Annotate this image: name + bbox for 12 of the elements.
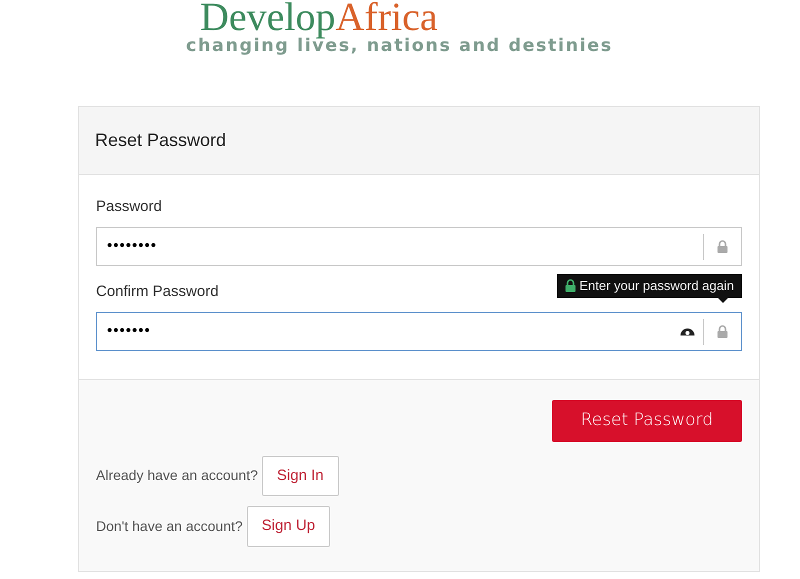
reset-password-button[interactable]: Reset Password — [552, 400, 742, 442]
field-label: Confirm Password — [96, 283, 219, 300]
tooltip-text: Enter your password again — [579, 276, 734, 295]
field-label: Password — [96, 198, 162, 215]
logo-tagline: changing lives, nations and destinies — [186, 36, 613, 58]
account-prompt: Don't have an account? — [96, 516, 243, 536]
lock-icon — [565, 278, 576, 292]
card-title: Reset Password — [79, 107, 759, 175]
sign-up-button[interactable]: Sign Up — [246, 506, 330, 546]
logo-text: DevelopAfrica — [200, 0, 438, 37]
account-prompt: Already have an account? — [96, 466, 258, 486]
sign-in-button[interactable]: Sign In — [262, 456, 339, 496]
